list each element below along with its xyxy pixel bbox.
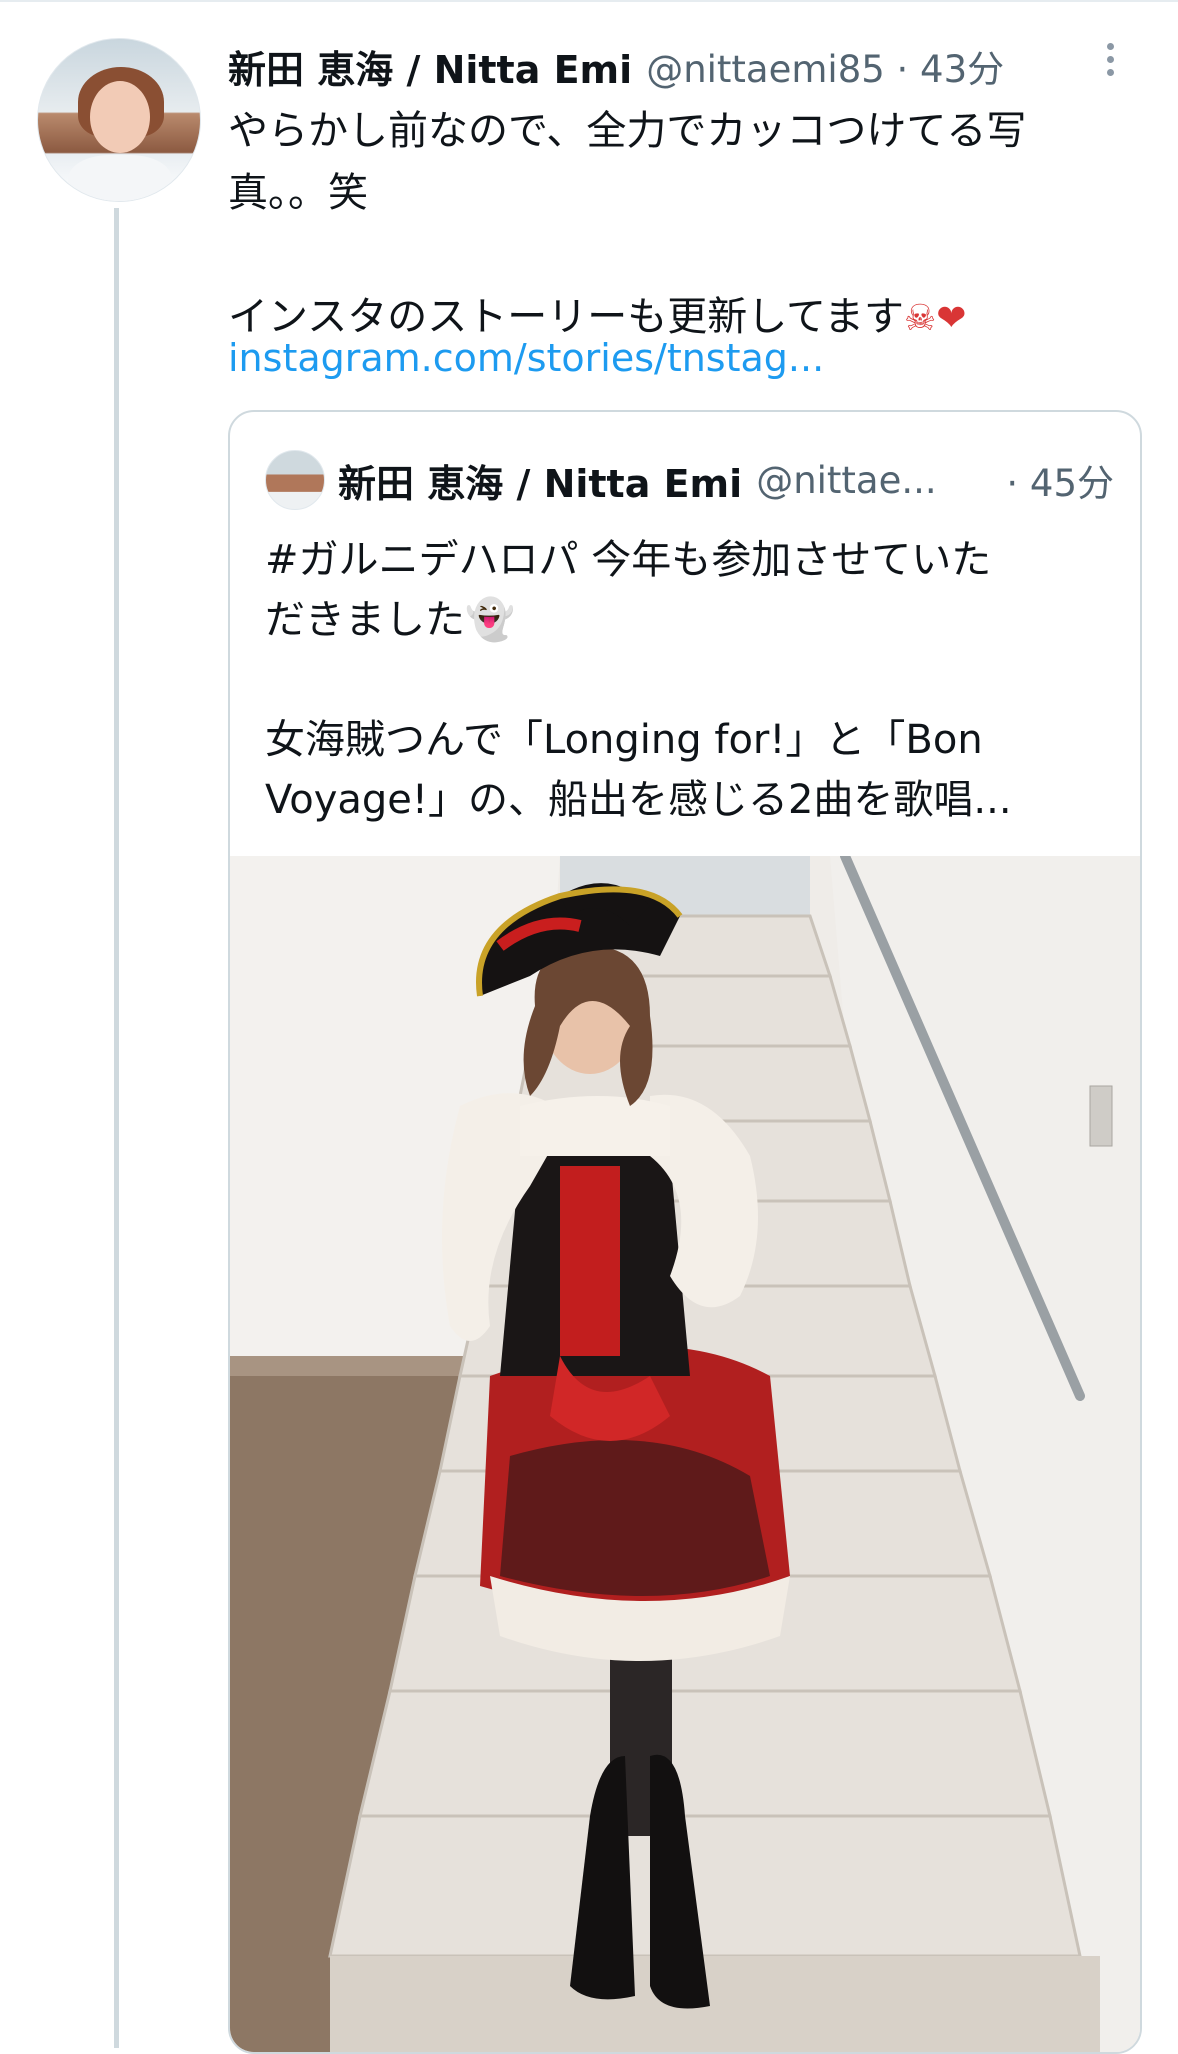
author-display-name[interactable]: 新田 恵海 / Nitta Emi: [228, 39, 632, 94]
quoted-tweet-text: #ガルニデハロパ 今年も参加させていた だきました👻 女海賊つんで「Longin…: [265, 537, 1012, 823]
more-options-icon[interactable]: [1100, 40, 1120, 86]
author-handle-timestamp[interactable]: @nittaemi85 · 43分: [646, 39, 1004, 93]
instagram-link[interactable]: instagram.com/stories/tnstag...: [228, 336, 824, 380]
quoted-tweet-card[interactable]: 新田 恵海 / Nitta Emi @nittae... · 45分 #ガルニデ…: [228, 410, 1142, 2054]
tweet-text-line-3: インスタのストーリーも更新してます: [228, 294, 904, 340]
tweet-header: 新田 恵海 / Nitta Emi @nittaemi85 · 43分: [228, 38, 1128, 94]
top-divider: [0, 0, 1178, 2]
tweet-text-line-2: 真。。笑: [228, 170, 368, 216]
quoted-tweet-header: 新田 恵海 / Nitta Emi @nittae... · 45分: [338, 450, 1128, 510]
tweet-text-line-1: やらかし前なので、全力でカッコつけてる写: [228, 108, 1027, 154]
thread-line: [114, 208, 119, 2048]
tweet-text: やらかし前なので、全力でカッコつけてる写 真。。笑 インスタのストーリーも更新し…: [228, 100, 1128, 350]
author-avatar[interactable]: [37, 38, 201, 202]
quoted-author-handle: @nittae...: [756, 458, 937, 502]
quoted-author-display-name: 新田 恵海 / Nitta Emi: [338, 461, 743, 506]
photo-illustration: [230, 856, 1140, 2052]
tweet-photo[interactable]: [230, 856, 1140, 2052]
quoted-author-avatar: [265, 450, 325, 510]
quoted-timestamp: · 45分: [1006, 462, 1114, 505]
tweet-emojis: ☠❤: [904, 298, 967, 339]
